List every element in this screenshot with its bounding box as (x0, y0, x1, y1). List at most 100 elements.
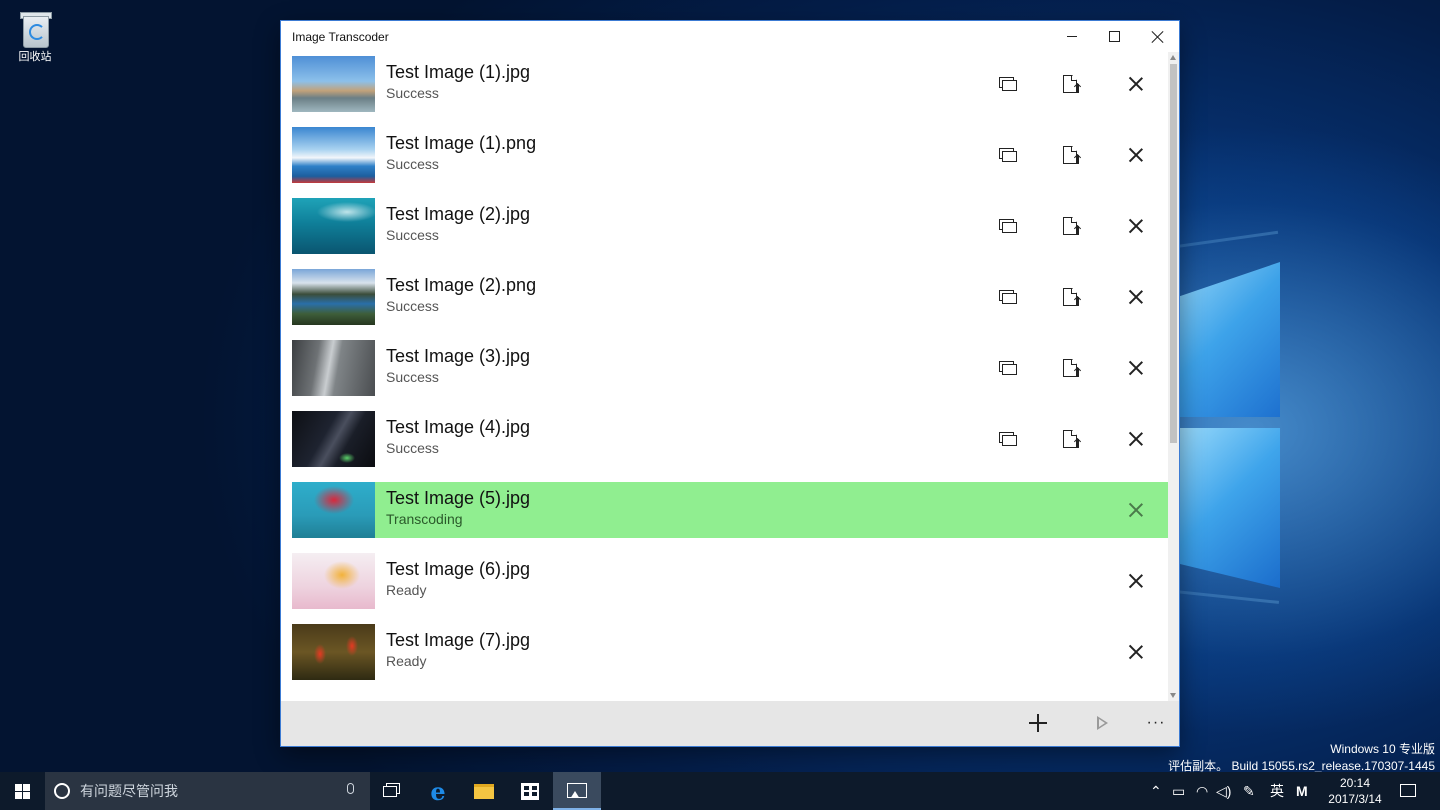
recycle-bin-icon (20, 10, 52, 48)
compare-button[interactable] (988, 64, 1028, 104)
open-file-button[interactable] (1052, 277, 1092, 317)
file-name: Test Image (3).jpg (386, 346, 531, 366)
windows-start-icon (15, 783, 30, 799)
maximize-button[interactable] (1093, 21, 1136, 52)
open-file-icon (1063, 288, 1081, 306)
compare-icon (999, 219, 1017, 233)
close-icon (1129, 645, 1143, 659)
open-file-button[interactable] (1052, 135, 1092, 175)
search-placeholder: 有问题尽管问我 (80, 783, 178, 799)
compare-button[interactable] (988, 348, 1028, 388)
thumbnail-image (292, 269, 375, 325)
tray-expand-button[interactable]: ⌃ (1150, 772, 1162, 810)
status-text: Success (386, 227, 439, 243)
image-transcoder-icon (567, 782, 587, 798)
scrollbar-thumb[interactable] (1170, 64, 1177, 443)
remove-button[interactable] (1116, 206, 1156, 246)
compare-icon (999, 77, 1017, 91)
pen-button[interactable]: ✎ (1243, 772, 1255, 810)
vertical-scrollbar[interactable] (1168, 52, 1179, 701)
remove-button[interactable] (1116, 135, 1156, 175)
remove-button[interactable] (1116, 490, 1156, 530)
scroll-up-icon[interactable] (1170, 55, 1176, 60)
close-icon (1129, 219, 1143, 233)
compare-button[interactable] (988, 277, 1028, 317)
compare-button[interactable] (988, 206, 1028, 246)
status-text: Success (386, 156, 439, 172)
store-icon (521, 782, 539, 800)
action-center-icon[interactable] (1400, 784, 1416, 797)
list-item[interactable]: Test Image (1).jpg Success (292, 56, 1168, 112)
minimize-button[interactable] (1050, 21, 1093, 52)
open-file-icon (1063, 430, 1081, 448)
list-item[interactable]: Test Image (2).jpg Success (292, 198, 1168, 254)
add-button[interactable] (1018, 703, 1058, 743)
list-item[interactable]: Test Image (1).png Success (292, 127, 1168, 183)
search-box[interactable]: 有问题尽管问我 (45, 772, 370, 810)
file-name: Test Image (4).jpg (386, 417, 531, 437)
open-file-icon (1063, 217, 1081, 235)
compare-icon (999, 148, 1017, 162)
file-explorer-button[interactable] (461, 772, 507, 810)
list-item[interactable]: Test Image (2).png Success (292, 269, 1168, 325)
list-item[interactable]: Test Image (3).jpg Success (292, 340, 1168, 396)
network-button[interactable]: ◠ (1196, 772, 1208, 810)
file-name: Test Image (7).jpg (386, 630, 531, 650)
image-transcoder-taskbar-button[interactable] (553, 772, 601, 810)
remove-button[interactable] (1116, 277, 1156, 317)
close-button[interactable] (1136, 21, 1179, 52)
more-button[interactable]: ··· (1136, 703, 1176, 743)
clock[interactable]: 20:14 2017/3/14 (1320, 775, 1390, 807)
ime-mode-button[interactable]: M (1296, 772, 1308, 810)
edge-button[interactable]: e (415, 772, 461, 810)
chevron-up-icon: ⌃ (1150, 782, 1162, 799)
edition-watermark: Windows 10 专业版 (1330, 742, 1435, 756)
status-text: Ready (386, 653, 427, 669)
remove-button[interactable] (1116, 64, 1156, 104)
title-bar[interactable]: Image Transcoder (281, 21, 1179, 52)
cortana-icon (54, 783, 70, 799)
volume-button[interactable]: ◁) (1216, 772, 1231, 810)
thumbnail-image (292, 56, 375, 112)
close-icon (1129, 290, 1143, 304)
start-button[interactable] (0, 772, 45, 810)
open-file-button[interactable] (1052, 348, 1092, 388)
compare-button[interactable] (988, 419, 1028, 459)
list-item[interactable]: Test Image (6).jpg Ready (292, 553, 1168, 609)
taskbar: 有问题尽管问我 e ⌃ ▭ ◠ ◁) ✎ 英 M 20:14 2017/3/14 (0, 772, 1440, 810)
open-file-button[interactable] (1052, 419, 1092, 459)
open-file-button[interactable] (1052, 206, 1092, 246)
remove-button[interactable] (1116, 561, 1156, 601)
list-item[interactable]: Test Image (4).jpg Success (292, 411, 1168, 467)
file-explorer-icon (474, 783, 494, 799)
scroll-down-icon[interactable] (1170, 693, 1176, 698)
thumbnail-image (292, 127, 375, 183)
compare-button[interactable] (988, 135, 1028, 175)
remove-button[interactable] (1116, 632, 1156, 672)
remove-button[interactable] (1116, 348, 1156, 388)
edge-icon: e (430, 776, 446, 806)
start-button[interactable] (1082, 703, 1122, 743)
ime-language-button[interactable]: 英 (1270, 772, 1284, 810)
list-item[interactable]: Test Image (5).jpg Transcoding (292, 482, 1168, 538)
recycle-bin[interactable]: 回收站 (10, 6, 60, 64)
image-list: Test Image (1).jpg Success Test Image (1… (281, 52, 1168, 701)
battery-button[interactable]: ▭ (1172, 772, 1185, 810)
play-icon (1096, 716, 1108, 730)
list-item[interactable]: Test Image (7).jpg Ready (292, 624, 1168, 680)
close-icon (1129, 503, 1143, 517)
close-icon (1129, 77, 1143, 91)
microphone-icon[interactable] (347, 783, 354, 794)
status-text: Success (386, 85, 439, 101)
task-view-button[interactable] (370, 772, 410, 810)
thumbnail-image (292, 411, 375, 467)
plus-icon (1029, 714, 1047, 732)
store-button[interactable] (507, 772, 553, 810)
remove-button[interactable] (1116, 419, 1156, 459)
command-bar: ··· (281, 701, 1179, 746)
file-name: Test Image (6).jpg (386, 559, 531, 579)
open-file-icon (1063, 146, 1081, 164)
status-text: Ready (386, 582, 427, 598)
windows-logo-pane (1180, 262, 1280, 417)
open-file-button[interactable] (1052, 64, 1092, 104)
